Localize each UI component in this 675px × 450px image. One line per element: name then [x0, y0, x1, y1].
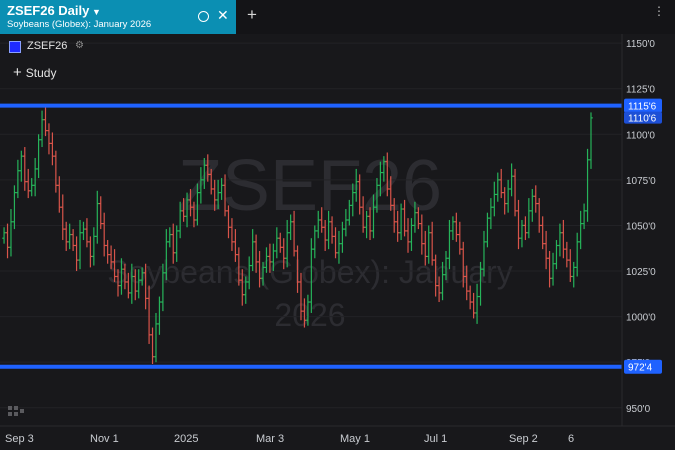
logo-icon: [8, 406, 24, 416]
chart-tab[interactable]: ZSEF26 Daily ▼ Soybeans (Globex): Januar…: [0, 0, 236, 34]
watermark: ZSEF26 Soybeans (Globex): January 2026: [107, 146, 513, 333]
symbol-color-swatch[interactable]: [9, 41, 21, 53]
gear-icon[interactable]: ⚙: [75, 40, 84, 51]
y-tick-label: 950'0: [626, 404, 651, 415]
level-tag-label: 1115'6: [628, 102, 657, 113]
x-tick-label: Sep 2: [509, 433, 538, 445]
x-tick-label: Mar 3: [256, 433, 284, 445]
add-study-button[interactable]: + Study: [13, 64, 56, 81]
add-tab-icon[interactable]: +: [247, 6, 257, 24]
y-axis[interactable]: 1150'0 1125'0 1100'0 1075'0 1050'0 1025'0 1000…: [626, 39, 656, 415]
tab-title: ZSEF26 Daily: [7, 3, 90, 18]
x-tick-label: 2025: [174, 433, 198, 445]
y-tick-label: 1150'0: [626, 39, 655, 50]
symbol-label[interactable]: ZSEF26: [27, 40, 67, 52]
watermark-description: Soybeans (Globex): January: [107, 254, 513, 290]
circle-icon[interactable]: [198, 11, 209, 22]
x-tick-label: Nov 1: [90, 433, 119, 445]
close-icon[interactable]: ✕: [217, 7, 229, 23]
y-tick-label: 1075'0: [626, 176, 656, 187]
x-tick-label: 6: [568, 433, 574, 445]
y-tick-label: 1125'0: [626, 85, 655, 96]
y-tick-label: 1000'0: [626, 313, 656, 324]
x-tick-label: Sep 3: [5, 433, 34, 445]
y-tick-label: 1100'0: [626, 130, 655, 141]
chevron-down-icon[interactable]: ▼: [92, 7, 101, 17]
x-axis[interactable]: Sep 3 Nov 1 2025 Mar 3 May 1 Jul 1 Sep 2 6: [5, 433, 574, 445]
tab-subtitle: Soybeans (Globex): January 2026: [7, 19, 152, 30]
x-tick-label: May 1: [340, 433, 370, 445]
level-tag-label: 972'4: [628, 363, 653, 374]
more-options-icon[interactable]: ⋮: [653, 5, 665, 17]
last-price-label: 1110'6: [628, 114, 657, 125]
x-tick-label: Jul 1: [424, 433, 447, 445]
y-tick-label: 1050'0: [626, 221, 656, 232]
study-label: Study: [25, 66, 57, 80]
tab-bar: ZSEF26 Daily ▼ Soybeans (Globex): Januar…: [0, 0, 675, 34]
price-chart[interactable]: ZSEF26 Soybeans (Globex): January 2026 1…: [0, 34, 675, 450]
plus-icon: +: [13, 64, 22, 81]
y-tick-label: 1025'0: [626, 267, 656, 278]
